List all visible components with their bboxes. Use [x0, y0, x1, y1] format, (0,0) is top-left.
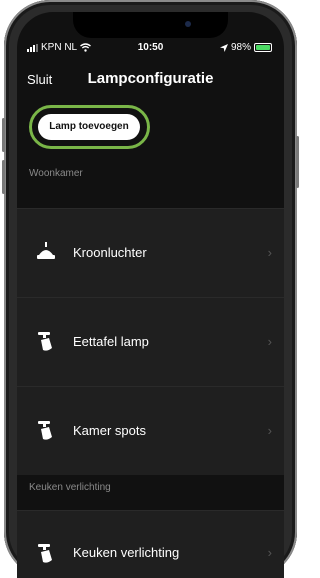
list-item-kroonluchter[interactable]: Kroonluchter ›: [17, 208, 284, 297]
volume-down-button: [2, 160, 5, 194]
battery-percent: 98%: [230, 42, 251, 53]
chevron-right-icon: ›: [267, 423, 272, 438]
section-title-woonkamer: Woonkamer: [29, 168, 83, 179]
notch: [73, 12, 228, 38]
list-item-eettafel-lamp[interactable]: Eettafel lamp ›: [17, 297, 284, 386]
list-item-kamer-spots[interactable]: Kamer spots ›: [17, 386, 284, 475]
pendant-lamp-icon: [37, 242, 55, 259]
page-title: Lampconfiguratie: [87, 70, 214, 87]
list-item-label: Kroonluchter: [73, 245, 147, 260]
status-bar: KPN NL 10:50 98%: [17, 38, 284, 58]
phone-frame: KPN NL 10:50 98% Sluit Lampconfiguratie: [0, 0, 301, 578]
section-title-keuken: Keuken verlichting: [29, 482, 111, 493]
list-item-label: Eettafel lamp: [73, 334, 149, 349]
app-screen: KPN NL 10:50 98% Sluit Lampconfiguratie: [17, 12, 284, 578]
chevron-right-icon: ›: [267, 334, 272, 349]
battery-icon: [254, 43, 272, 52]
volume-up-button: [2, 118, 5, 152]
list-item-label: Kamer spots: [73, 423, 146, 438]
add-lamp-button[interactable]: Lamp toevoegen: [38, 114, 140, 140]
list-item-keuken-verlichting[interactable]: Keuken verlichting ›: [17, 510, 284, 578]
spot-lamp-icon: [38, 332, 52, 351]
camera-icon: [185, 21, 191, 27]
chevron-right-icon: ›: [267, 245, 272, 260]
spot-lamp-icon: [38, 421, 52, 440]
list-item-label: Keuken verlichting: [73, 545, 180, 560]
power-button: [296, 136, 299, 188]
chevron-right-icon: ›: [267, 545, 272, 560]
location-arrow-icon: [219, 43, 228, 52]
status-right: 98%: [219, 42, 272, 53]
nav-bar: Sluit Lampconfiguratie: [17, 68, 284, 94]
spot-lamp-icon: [38, 544, 52, 563]
